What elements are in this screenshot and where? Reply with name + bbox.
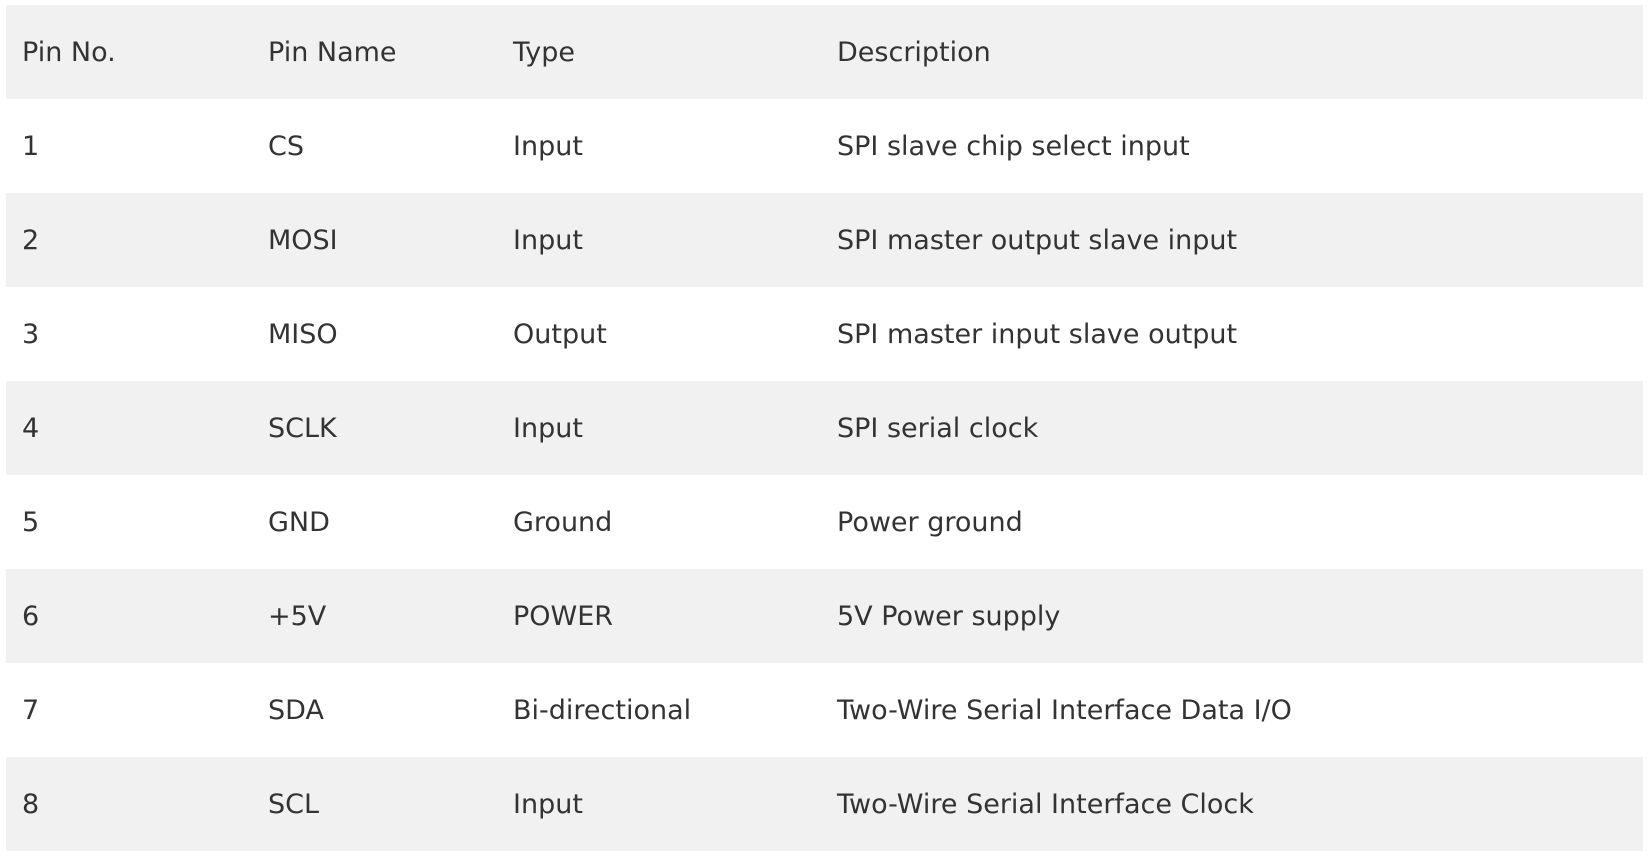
table-row: 2 MOSI Input SPI master output slave inp…: [6, 193, 1643, 287]
cell-description: Power ground: [837, 506, 1023, 538]
table-body: 1 CS Input SPI slave chip select input 2…: [6, 99, 1643, 851]
cell-type: Input: [513, 412, 583, 444]
cell-description: Two-Wire Serial Interface Clock: [837, 788, 1254, 820]
header-row: Pin No. Pin Name Type Description: [6, 5, 1643, 99]
cell-pin-no: 1: [22, 130, 40, 162]
header-type: Type: [513, 36, 576, 68]
table-row: 7 SDA Bi-directional Two-Wire Serial Int…: [6, 663, 1643, 757]
cell-description: 5V Power supply: [837, 600, 1061, 632]
table-row: 4 SCLK Input SPI serial clock: [6, 381, 1643, 475]
cell-pin-name: CS: [268, 130, 304, 162]
cell-pin-name: MISO: [268, 318, 338, 350]
cell-pin-no: 7: [22, 694, 40, 726]
cell-type: POWER: [513, 600, 614, 632]
cell-type: Ground: [513, 506, 613, 538]
table-header: Pin No. Pin Name Type Description: [6, 5, 1643, 99]
cell-pin-name: GND: [268, 506, 330, 538]
cell-description: SPI slave chip select input: [837, 130, 1190, 162]
cell-description: SPI master input slave output: [837, 318, 1238, 350]
cell-pin-name: MOSI: [268, 224, 338, 256]
cell-pin-no: 2: [22, 224, 40, 256]
cell-pin-no: 3: [22, 318, 40, 350]
cell-pin-name: +5V: [268, 600, 327, 632]
cell-type: Input: [513, 130, 583, 162]
table-row: 8 SCL Input Two-Wire Serial Interface Cl…: [6, 757, 1643, 851]
cell-description: Two-Wire Serial Interface Data I/O: [837, 694, 1292, 726]
table-row: 6 +5V POWER 5V Power supply: [6, 569, 1643, 663]
cell-type: Input: [513, 224, 583, 256]
cell-pin-name: SDA: [268, 694, 324, 726]
cell-type: Input: [513, 788, 583, 820]
table-row: 1 CS Input SPI slave chip select input: [6, 99, 1643, 193]
pin-table: Pin No. Pin Name Type Description 1 CS I…: [6, 5, 1643, 851]
cell-description: SPI master output slave input: [837, 224, 1238, 256]
cell-pin-no: 4: [22, 412, 40, 444]
cell-pin-name: SCL: [268, 788, 320, 820]
table-row: 5 GND Ground Power ground: [6, 475, 1643, 569]
cell-type: Bi-directional: [513, 694, 692, 726]
table-row: 3 MISO Output SPI master input slave out…: [6, 287, 1643, 381]
cell-pin-no: 5: [22, 506, 40, 538]
cell-pin-no: 8: [22, 788, 40, 820]
cell-pin-no: 6: [22, 600, 40, 632]
cell-pin-name: SCLK: [268, 412, 337, 444]
header-pin-no: Pin No.: [22, 36, 116, 68]
header-description: Description: [837, 36, 991, 68]
cell-description: SPI serial clock: [837, 412, 1039, 444]
header-pin-name: Pin Name: [268, 36, 397, 68]
cell-type: Output: [513, 318, 607, 350]
